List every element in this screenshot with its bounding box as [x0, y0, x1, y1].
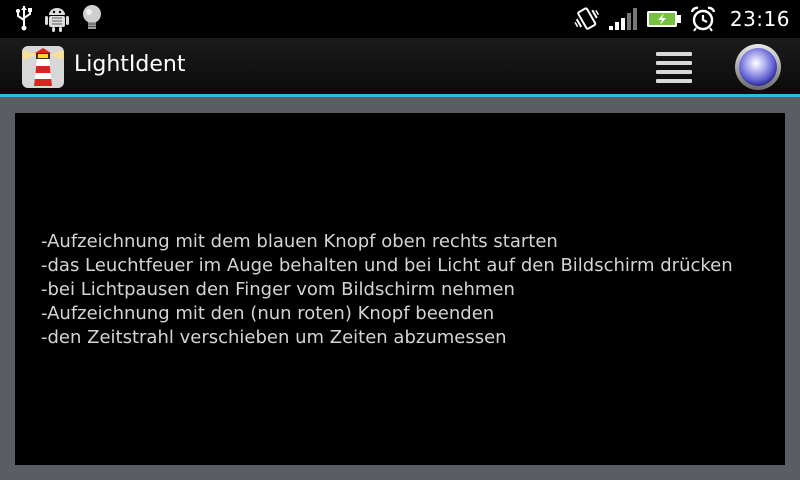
system-icons: 23:16 — [574, 4, 790, 34]
app-title: LightIdent — [74, 52, 186, 77]
status-bar: 23:16 — [0, 0, 800, 38]
clock: 23:16 — [729, 7, 790, 31]
lightbulb-icon — [83, 5, 101, 29]
instruction-line: -den Zeitstrahl verschieben um Zeiten ab… — [41, 327, 507, 348]
android-debug-icon — [45, 8, 69, 32]
battery-charging-icon — [646, 11, 681, 27]
alarm-icon — [690, 6, 716, 32]
notification-icons — [14, 4, 104, 32]
vibrate-icon — [574, 7, 599, 30]
signal-icon — [608, 8, 637, 30]
record-button[interactable] — [734, 43, 782, 91]
usb-icon — [16, 6, 32, 31]
instruction-line: -Aufzeichnung mit den (nun roten) Knopf … — [41, 303, 495, 324]
menu-button[interactable] — [650, 46, 698, 88]
instruction-line: -das Leuchtfeuer im Auge behalten und be… — [41, 255, 733, 276]
menu-icon — [656, 52, 692, 83]
instructions-text: -Aufzeichnung mit dem blauen Knopf oben … — [41, 230, 781, 350]
action-bar: LightIdent — [0, 38, 800, 97]
instruction-line: -bei Lichtpausen den Finger vom Bildschi… — [41, 279, 515, 300]
instruction-line: -Aufzeichnung mit dem blauen Knopf oben … — [41, 231, 558, 252]
lighthouse-icon — [22, 46, 64, 88]
